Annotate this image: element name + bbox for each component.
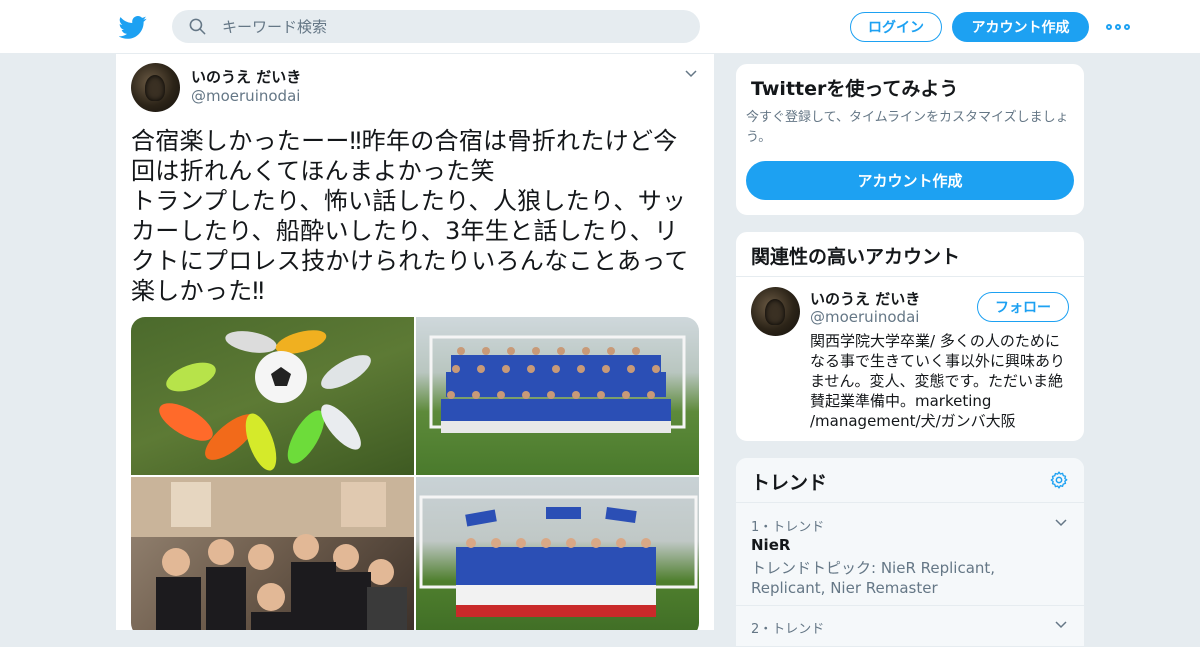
trend-item[interactable]: 2・トレンド: [736, 606, 1084, 646]
login-button[interactable]: ログイン: [850, 12, 942, 42]
trends-card: トレンド 1・トレンド NieR トレンドトピック: NieR Replican…: [735, 457, 1085, 647]
trend-description: トレンドトピック: NieR Replicant, Replicant, Nie…: [751, 559, 996, 597]
more-options-icon[interactable]: [1106, 17, 1132, 37]
signup-card: Twitterを使ってみよう 今すぐ登録して、タイムラインをカスタマイズしましょ…: [735, 63, 1085, 216]
trends-header: トレンド: [736, 458, 1084, 503]
related-account-bio: 関西学院大学卒業/ 多くの人のためになる事で生きていく事以外に興味ありません。変…: [810, 332, 1066, 430]
room-friends-photo[interactable]: [131, 477, 414, 630]
chevron-down-icon[interactable]: [1054, 516, 1068, 530]
soccer-cleats-photo[interactable]: [131, 317, 414, 475]
tweet-text: 合宿楽しかったーー‼︎昨年の合宿は骨折れたけど今回は折れんくてほんまよかった笑 …: [131, 127, 689, 305]
related-accounts-title: 関連性の高いアカウント: [751, 246, 961, 268]
related-account-handle[interactable]: @moeruinodai: [810, 308, 919, 326]
search-input[interactable]: [222, 10, 682, 43]
signup-card-subtitle: 今すぐ登録して、タイムラインをカスタマイズしましょう。: [746, 110, 1069, 145]
tweet-author-handle[interactable]: @moeruinodai: [191, 87, 300, 105]
signup-button[interactable]: アカウント作成: [952, 12, 1089, 42]
avatar[interactable]: [751, 287, 800, 336]
team-group-photo[interactable]: [416, 317, 699, 475]
related-accounts-card: 関連性の高いアカウント いのうえ だいき @moeruinodai フォロー 関…: [735, 231, 1085, 442]
related-account-name[interactable]: いのうえ だいき: [810, 288, 920, 309]
tweet-author-name[interactable]: いのうえ だいき: [191, 66, 301, 87]
trends-title: トレンド: [751, 472, 828, 494]
chevron-down-icon[interactable]: [684, 67, 698, 81]
trend-title: NieR: [751, 536, 791, 554]
signup-card-title: Twitterを使ってみよう: [751, 78, 959, 100]
trend-item[interactable]: 1・トレンド NieR トレンドトピック: NieR Replicant, Re…: [736, 504, 1084, 606]
trend-meta: 1・トレンド: [751, 520, 825, 535]
top-bar: ログイン アカウント作成: [0, 0, 1200, 54]
search-box[interactable]: [172, 10, 700, 43]
signup-card-button[interactable]: アカウント作成: [746, 161, 1074, 200]
follow-button[interactable]: フォロー: [977, 292, 1069, 322]
twitter-bird-logo-icon[interactable]: [119, 13, 147, 41]
tweet-photo-grid: [131, 317, 699, 630]
trend-meta: 2・トレンド: [751, 622, 825, 637]
tweet-column: いのうえ だいき @moeruinodai 合宿楽しかったーー‼︎昨年の合宿は骨…: [115, 54, 715, 630]
gear-icon[interactable]: [1049, 470, 1069, 490]
search-icon: [189, 18, 206, 35]
avatar[interactable]: [131, 63, 180, 112]
celebration-lift-photo[interactable]: [416, 477, 699, 630]
divider: [736, 276, 1084, 277]
